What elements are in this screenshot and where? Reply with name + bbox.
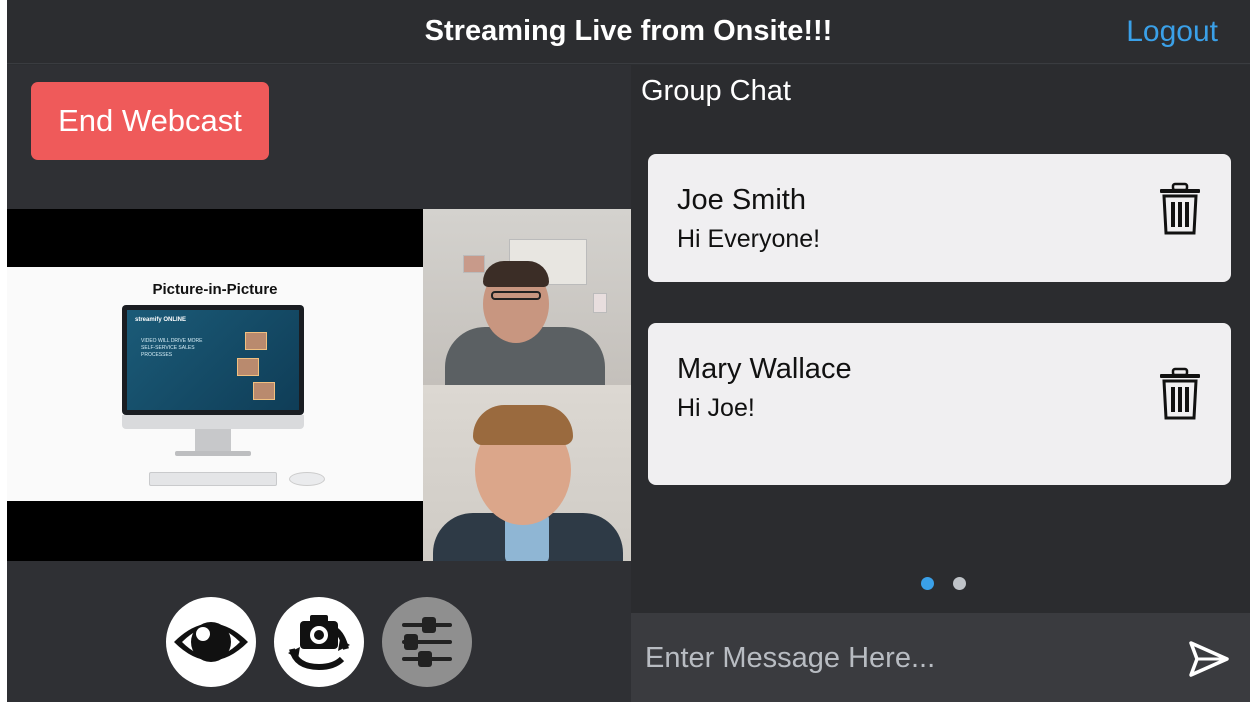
top-bar: Streaming Live from Onsite!!! Logout — [7, 0, 1250, 64]
page-dot-2[interactable] — [953, 577, 966, 590]
trash-icon[interactable] — [1158, 367, 1202, 421]
message-text: Hi Everyone! — [677, 225, 821, 253]
slide-title: Picture-in-Picture — [152, 281, 278, 298]
monitor-illustration: streamify ONLINE VIDEO WILL DRIVE MORE S… — [122, 305, 304, 415]
send-icon[interactable] — [1187, 639, 1231, 679]
end-webcast-button[interactable]: End Webcast — [31, 82, 269, 160]
keyboard-illustration — [149, 472, 277, 486]
shared-slide: Picture-in-Picture streamify ONLINE VIDE… — [7, 267, 423, 501]
slide-brand: streamify ONLINE — [135, 317, 187, 323]
chat-message: Joe Smith Hi Everyone! — [648, 154, 1231, 282]
video-preview: Picture-in-Picture streamify ONLINE VIDE… — [7, 209, 631, 561]
logout-link[interactable]: Logout — [1126, 15, 1218, 49]
chat-heading: Group Chat — [641, 75, 791, 107]
mouse-illustration — [289, 472, 325, 486]
broadcast-panel: End Webcast Picture-in-Picture streamify… — [7, 65, 631, 702]
broadcast-controls — [7, 561, 631, 702]
app-window: Streaming Live from Onsite!!! Logout End… — [7, 0, 1250, 702]
view-toggle-button[interactable] — [166, 597, 256, 687]
message-author: Mary Wallace — [677, 353, 852, 385]
message-text: Hi Joe! — [677, 394, 755, 422]
camera-switch-icon — [288, 615, 350, 671]
eye-icon — [174, 622, 248, 662]
page-dot-1[interactable] — [921, 577, 934, 590]
trash-icon[interactable] — [1158, 182, 1202, 236]
switch-camera-button[interactable] — [274, 597, 364, 687]
page-indicator — [921, 577, 969, 591]
message-composer — [631, 613, 1250, 702]
participant-video-1 — [423, 209, 631, 385]
message-input[interactable] — [645, 636, 1165, 680]
page-title: Streaming Live from Onsite!!! — [424, 15, 833, 47]
slide-screen-text: VIDEO WILL DRIVE MORE SELF-SERVICE SALES… — [141, 338, 203, 358]
sliders-icon — [402, 617, 452, 667]
chat-panel: Group Chat Joe Smith Hi Everyone! Mary W… — [631, 65, 1250, 702]
participant-video-2 — [423, 385, 631, 561]
chat-message: Mary Wallace Hi Joe! — [648, 323, 1231, 485]
settings-sliders-button[interactable] — [382, 597, 472, 687]
message-author: Joe Smith — [677, 184, 806, 216]
